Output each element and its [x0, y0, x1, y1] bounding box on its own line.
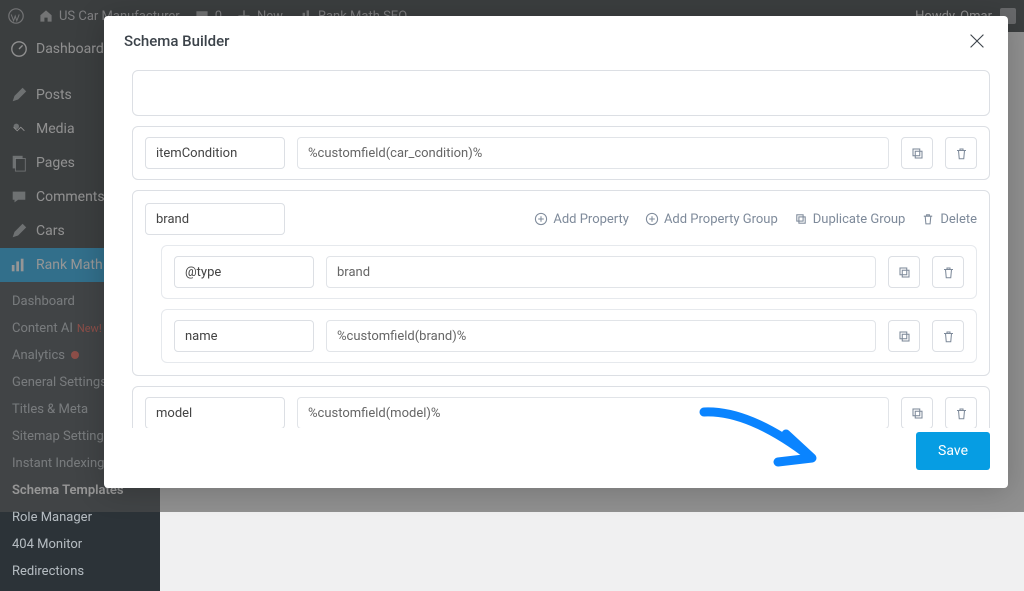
property-group-brand: Add Property Add Property Group Duplicat…: [132, 190, 990, 376]
modal-title: Schema Builder: [124, 32, 229, 50]
duplicate-button[interactable]: [888, 320, 920, 352]
save-button[interactable]: Save: [916, 432, 990, 470]
submenu-redirections[interactable]: Redirections: [0, 558, 160, 585]
duplicate-button[interactable]: [901, 137, 933, 169]
property-row-brand-type: [161, 245, 977, 299]
duplicate-button[interactable]: [888, 256, 920, 288]
property-value-input[interactable]: [326, 320, 876, 352]
delete-group-button[interactable]: Delete: [921, 212, 977, 227]
property-row: [132, 70, 990, 116]
property-row-brand-name: [161, 309, 977, 363]
submenu-404-monitor[interactable]: 404 Monitor: [0, 531, 160, 558]
property-key-input[interactable]: [174, 320, 314, 352]
property-key-input[interactable]: [145, 137, 285, 169]
modal-body: Add Property Add Property Group Duplicat…: [104, 66, 1008, 428]
property-value-input[interactable]: [297, 137, 889, 169]
delete-button[interactable]: [945, 137, 977, 169]
property-row-item-condition: [132, 126, 990, 180]
close-icon[interactable]: [966, 30, 988, 52]
duplicate-button[interactable]: [901, 397, 933, 428]
property-key-input[interactable]: [145, 397, 285, 428]
group-name-input[interactable]: [145, 203, 285, 235]
property-value-input[interactable]: [326, 256, 876, 288]
schema-builder-modal: Schema Builder Add Property Add Property…: [104, 16, 1008, 488]
delete-button[interactable]: [932, 256, 964, 288]
property-value-input[interactable]: [297, 397, 889, 428]
property-row-model: [132, 386, 990, 428]
add-property-button[interactable]: Add Property: [534, 212, 629, 227]
delete-button[interactable]: [932, 320, 964, 352]
modal-header: Schema Builder: [104, 16, 1008, 66]
modal-footer: Save: [104, 428, 1008, 488]
duplicate-group-button[interactable]: Duplicate Group: [794, 212, 906, 227]
delete-button[interactable]: [945, 397, 977, 428]
group-actions: Add Property Add Property Group Duplicat…: [534, 212, 977, 227]
add-property-group-button[interactable]: Add Property Group: [645, 212, 778, 227]
property-key-input[interactable]: [174, 256, 314, 288]
